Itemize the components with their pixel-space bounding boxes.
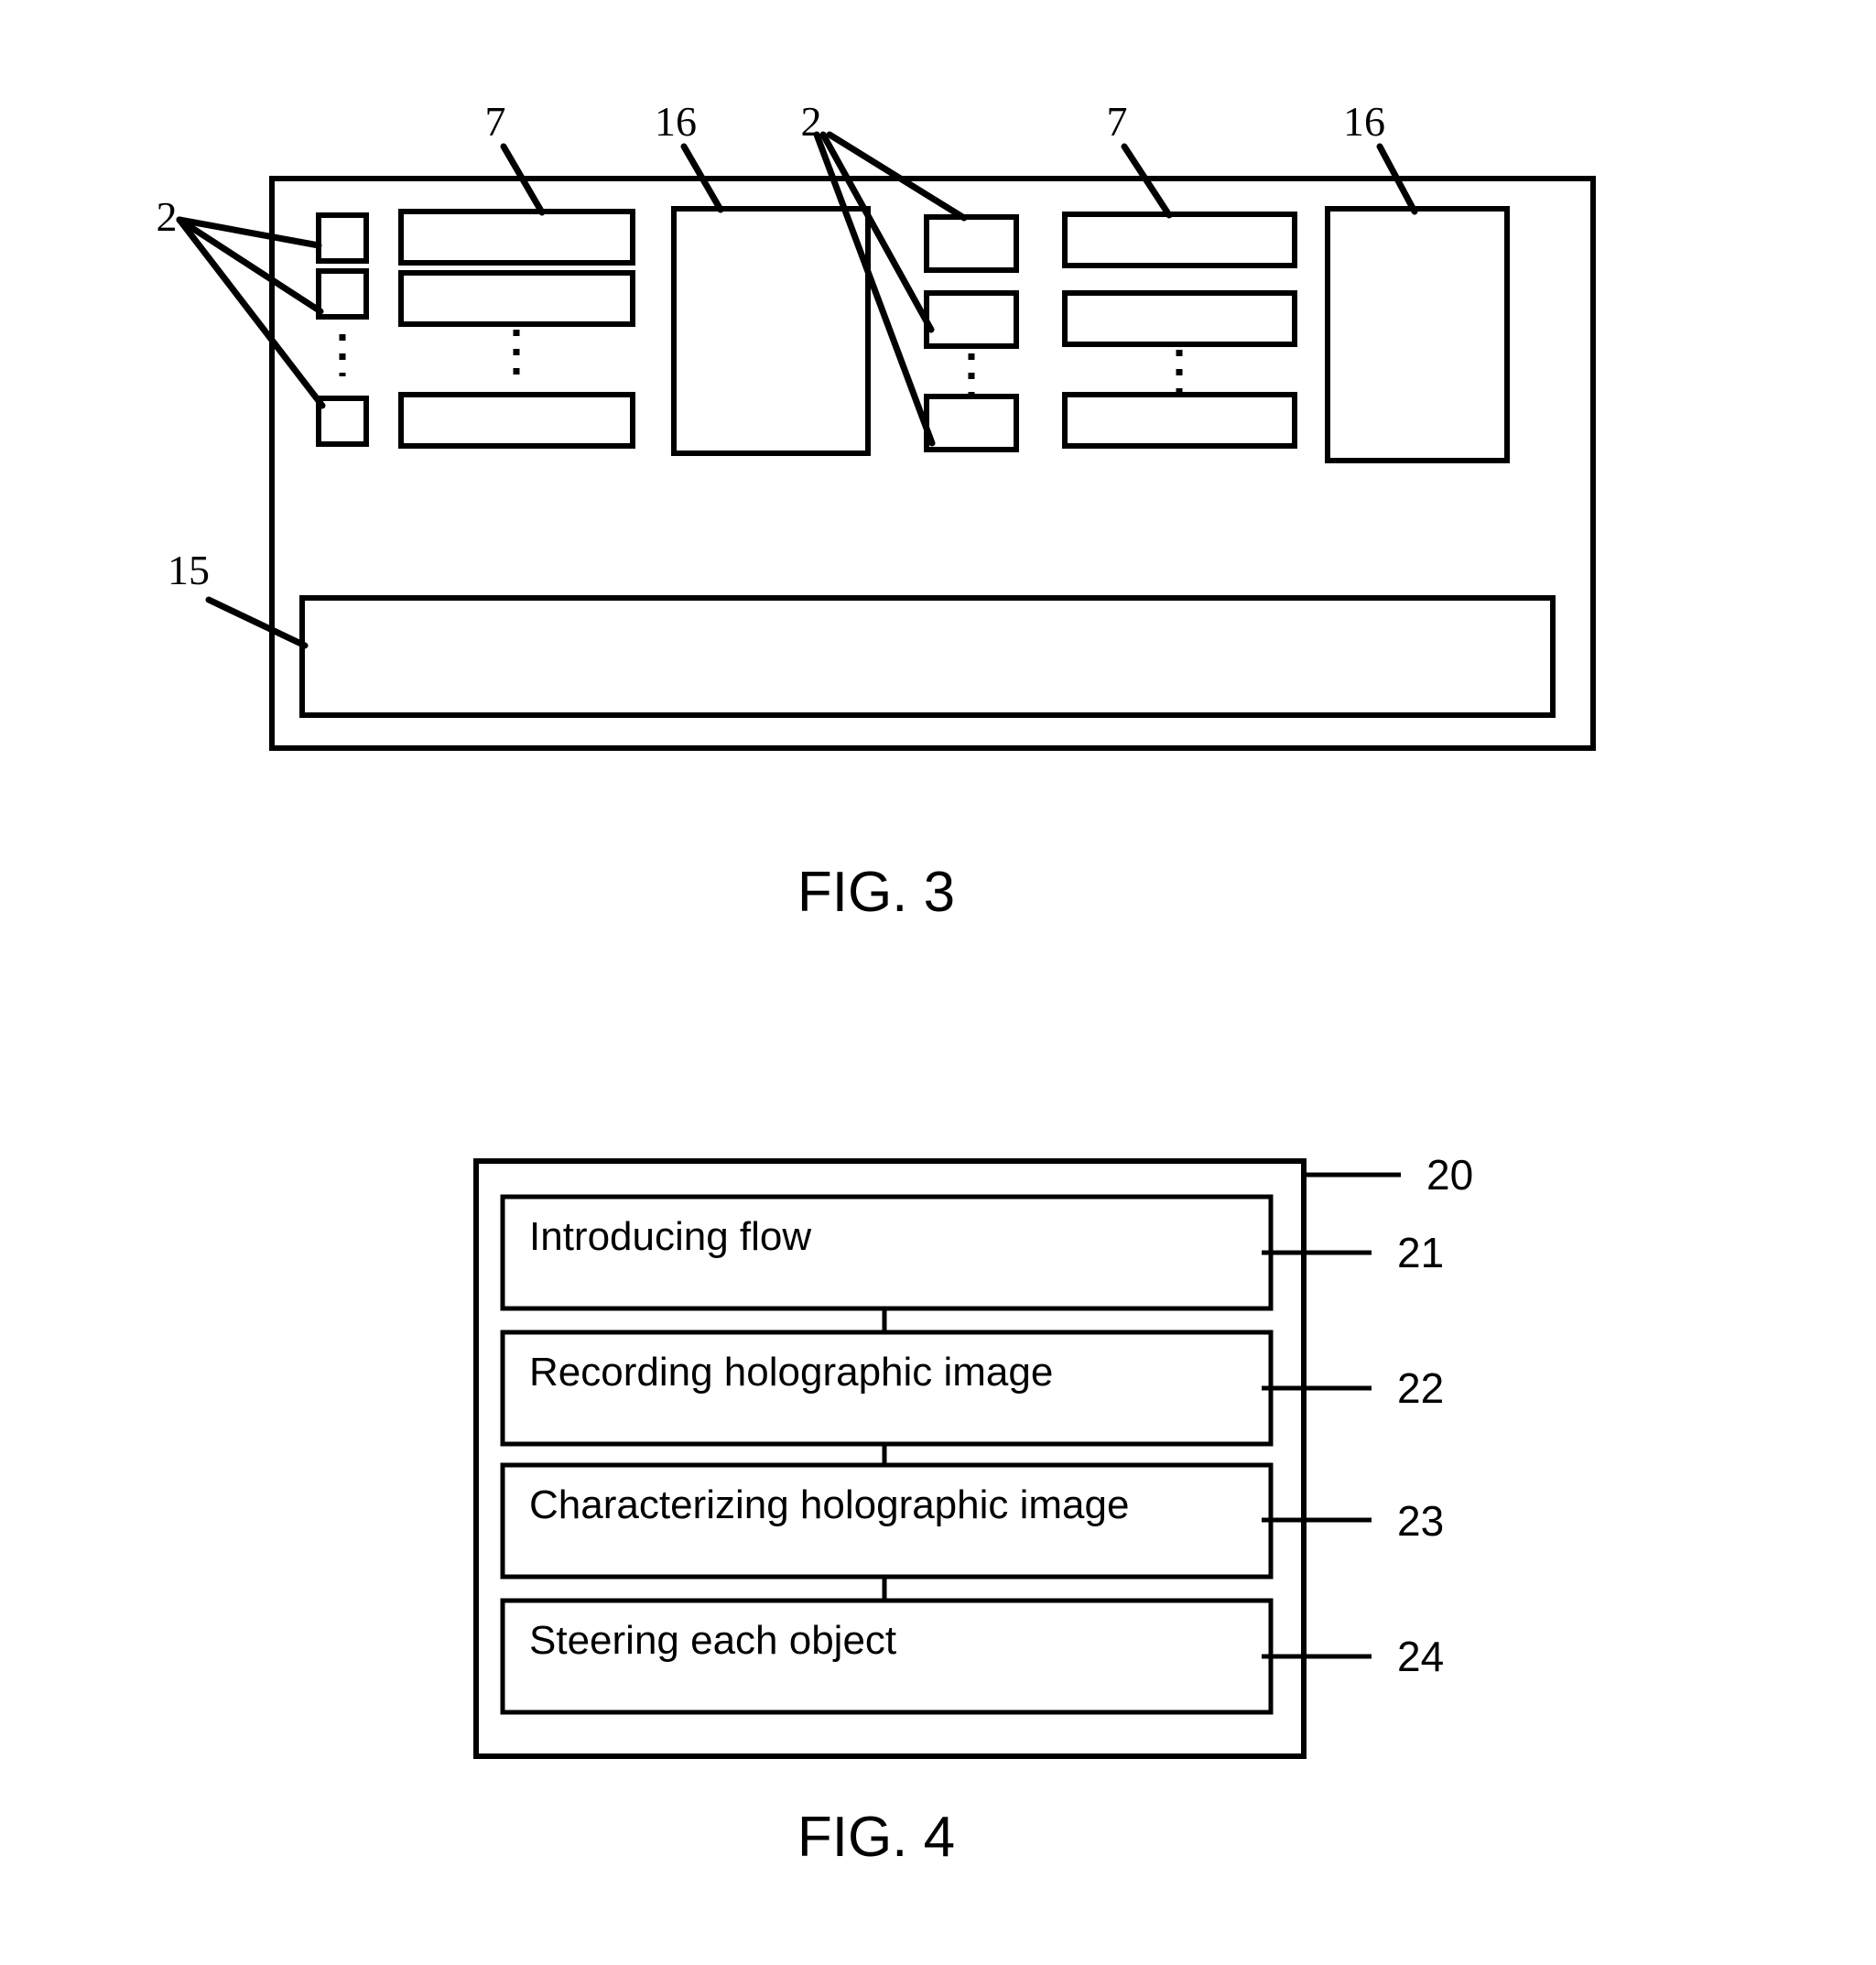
figure-4-caption: FIG. 4 (797, 1806, 955, 1869)
drawing-sheet: 2 7 16 2 7 16 15 FIG. 3 Introducing flow… (0, 0, 1876, 1965)
figure-4-caption-layer: FIG. 4 (797, 1806, 955, 1869)
